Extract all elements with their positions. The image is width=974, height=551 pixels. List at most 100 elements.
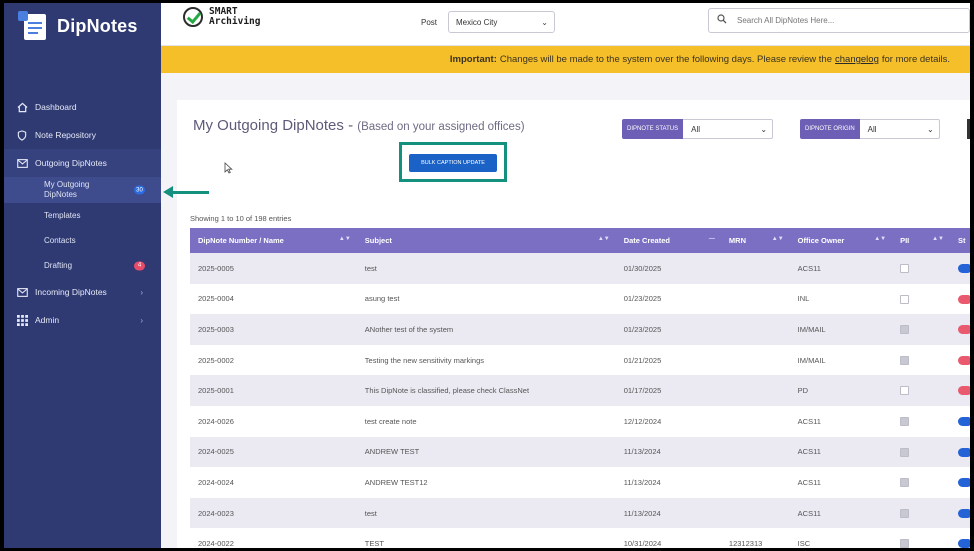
cell-date-created: 01/21/2025 — [615, 344, 721, 376]
cell-office-owner: IM/MAIL — [789, 344, 893, 376]
cell-office-owner: ACS11 — [789, 467, 893, 498]
cell-pii — [892, 253, 950, 284]
smart-archiving-logo[interactable]: SMART Archiving — [183, 7, 260, 27]
pii-checkbox[interactable] — [900, 417, 910, 427]
sidebar-item-label: Templates — [44, 211, 81, 220]
col-date-created[interactable]: Date Created — — [615, 228, 721, 253]
cell-office-owner: ACS11 — [789, 253, 893, 284]
col-pii[interactable]: PII ▲▼ — [892, 228, 950, 253]
sidebar-item-label: Incoming DipNotes — [35, 287, 107, 297]
cell-status — [950, 436, 970, 468]
cell-dipnote-number: 2025-0001 — [190, 375, 357, 406]
sidebar-item-my-outgoing[interactable]: My Outgoing DipNotes 30 — [4, 177, 161, 203]
pii-checkbox[interactable] — [900, 539, 910, 548]
sidebar-item-templates[interactable]: Templates — [4, 203, 161, 228]
pii-checkbox[interactable] — [900, 264, 910, 274]
search-input[interactable] — [735, 15, 939, 26]
status-filter-select[interactable]: All ⌄ — [683, 119, 774, 139]
search-box[interactable] — [708, 8, 970, 33]
cell-date-created: 11/13/2024 — [615, 436, 721, 468]
cell-office-owner: ISC — [789, 528, 893, 548]
status-pill — [958, 325, 970, 335]
cell-office-owner: PD — [789, 375, 893, 406]
cell-subject: test — [356, 253, 616, 284]
sidebar-item-contacts[interactable]: Contacts — [4, 228, 161, 253]
sidebar-item-label: Contacts — [44, 236, 76, 245]
status-pill — [958, 478, 970, 488]
sidebar-item-dashboard[interactable]: Dashboard — [4, 93, 161, 121]
cell-mrn — [720, 314, 790, 345]
cell-dipnote-number: 2025-0005 — [190, 253, 357, 284]
cell-pii — [892, 283, 950, 315]
entries-count: Showing 1 to 10 of 198 entries — [190, 214, 292, 223]
sidebar-item-admin[interactable]: Admin › — [4, 306, 161, 334]
cell-status — [950, 253, 970, 284]
chevron-right-icon: › — [140, 315, 143, 325]
cell-dipnote-number: 2024-0025 — [190, 436, 357, 468]
table-row[interactable]: 2024-0022 TEST 10/31/2024 12312313 ISC — [190, 528, 970, 548]
table-row[interactable]: 2024-0026 test create note 12/12/2024 ACS11 — [190, 405, 970, 437]
app-logo[interactable]: DipNotes — [18, 7, 138, 45]
table-row[interactable]: 2025-0002 Testing the new sensitivity mar… — [190, 344, 970, 376]
announcement-banner: Important: Changes will be made to the s… — [161, 46, 970, 73]
cell-office-owner: IM/MAIL — [789, 314, 893, 345]
pii-checkbox[interactable] — [900, 294, 910, 304]
count-badge: 30 — [134, 185, 145, 195]
table-row[interactable]: 2025-0005 test 01/30/2025 ACS11 — [190, 253, 970, 284]
sidebar-item-label: Admin — [35, 315, 60, 325]
table-row[interactable]: 2025-0001 This DipNote is classified, ple… — [190, 375, 970, 406]
chevron-right-icon: › — [140, 287, 143, 297]
mail-icon — [16, 157, 28, 169]
table-row[interactable]: 2024-0023 test 11/13/2024 ACS11 — [190, 497, 970, 529]
status-pill — [958, 355, 970, 365]
dipnotes-logo-icon — [18, 11, 48, 41]
pii-checkbox[interactable] — [900, 386, 910, 396]
post-select[interactable]: Mexico City ⌄ — [448, 11, 555, 33]
banner-text: Changes will be made to the system over … — [499, 54, 833, 65]
table-row[interactable]: 2024-0024 ANDREW TEST12 11/13/2024 ACS11 — [190, 467, 970, 498]
pii-checkbox[interactable] — [900, 447, 910, 457]
table-row[interactable]: 2025-0003 ANother test of the system 01/23… — [190, 314, 970, 345]
sidebar-item-drafting[interactable]: Drafting 4 — [4, 253, 161, 278]
cell-mrn — [720, 253, 790, 284]
extra-control[interactable] — [967, 119, 970, 139]
origin-filter-select[interactable]: All ⌄ — [859, 119, 940, 139]
cell-subject: Testing the new sensitivity markings — [356, 344, 616, 376]
origin-filter[interactable]: DIPNOTE ORIGIN All ⌄ — [800, 119, 940, 139]
table-row[interactable]: 2024-0025 ANDREW TEST 11/13/2024 ACS11 — [190, 436, 970, 468]
sidebar-item-note-repository[interactable]: Note Repository — [4, 121, 161, 149]
bulk-caption-update-button[interactable]: BULK CAPTION UPDATE — [409, 154, 497, 172]
status-filter[interactable]: DIPNOTE STATUS All ⌄ — [622, 119, 774, 139]
cell-office-owner: ACS11 — [789, 405, 893, 437]
cell-pii — [892, 528, 950, 548]
col-dipnote-number[interactable]: DipNote Number / Name ▲▼ — [190, 228, 357, 253]
cell-mrn — [720, 344, 790, 376]
pii-checkbox[interactable] — [900, 508, 910, 518]
cell-date-created: 11/13/2024 — [615, 467, 721, 498]
pii-checkbox[interactable] — [900, 355, 910, 365]
cell-dipnote-number: 2025-0003 — [190, 314, 357, 345]
col-subject[interactable]: Subject ▲▼ — [356, 228, 616, 253]
cell-dipnote-number: 2024-0022 — [190, 528, 357, 548]
pii-checkbox[interactable] — [900, 478, 910, 488]
logo-line-2: Archiving — [209, 16, 261, 27]
changelog-link[interactable]: changelog — [835, 54, 879, 65]
sidebar-item-label: Note Repository — [35, 130, 96, 140]
sidebar-item-incoming-dipnotes[interactable]: Incoming DipNotes › — [4, 278, 161, 306]
col-status[interactable]: St — [950, 228, 970, 253]
cell-mrn — [720, 405, 790, 437]
search-icon — [717, 14, 727, 27]
table-row[interactable]: 2025-0004 asung test 01/23/2025 INL — [190, 283, 970, 315]
cell-subject: This DipNote is classified, please check… — [356, 375, 616, 406]
cell-status — [950, 497, 970, 529]
col-office-owner[interactable]: Office Owner ▲▼ — [789, 228, 893, 253]
table-body: 2025-0005 test 01/30/2025 ACS11 2025-0004 asu… — [190, 253, 970, 548]
check-circle-icon — [183, 7, 203, 27]
status-filter-label: DIPNOTE STATUS — [622, 119, 684, 139]
pii-checkbox[interactable] — [900, 325, 910, 335]
cell-mrn: 12312313 — [720, 528, 790, 548]
top-bar: SMART Archiving Post Mexico City ⌄ — [161, 3, 970, 46]
col-mrn[interactable]: MRN ▲▼ — [720, 228, 790, 253]
cell-date-created: 11/13/2024 — [615, 497, 721, 529]
sidebar-item-outgoing-dipnotes[interactable]: Outgoing DipNotes — [4, 149, 161, 177]
